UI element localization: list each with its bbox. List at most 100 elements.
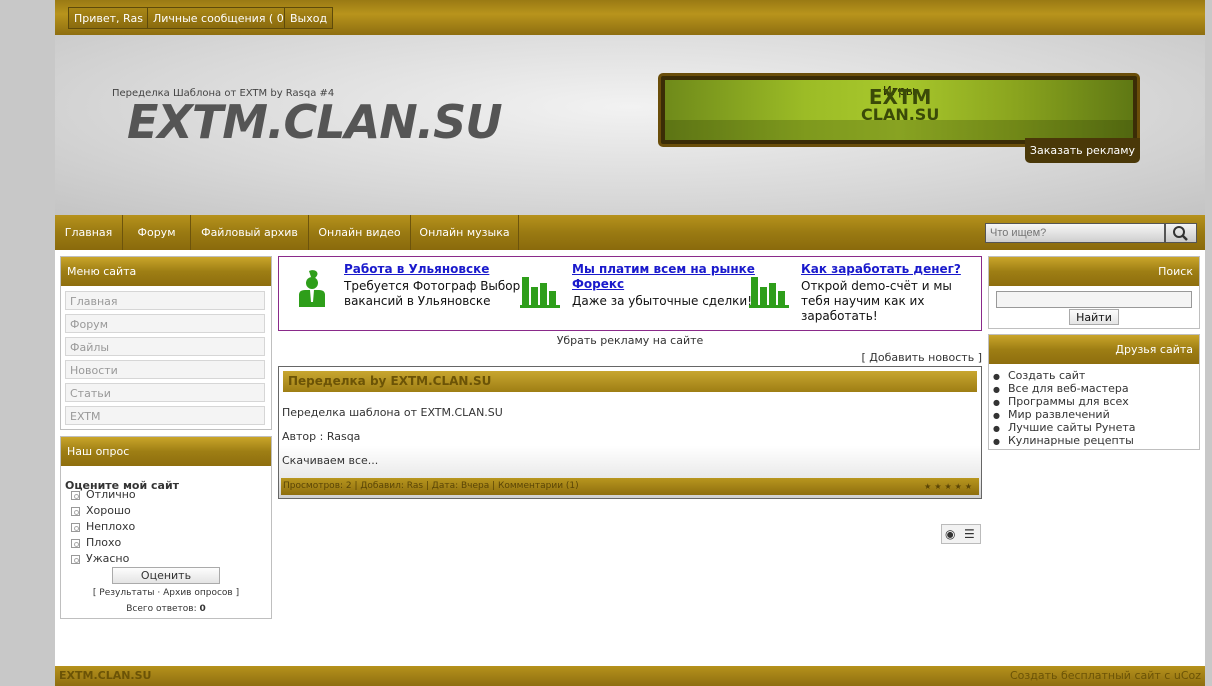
top-bar: Привет, Ras Личные сообщения ( 0 ) Выход [55,0,1205,35]
friend-label: Программы для всех [1007,395,1129,408]
menu-item-forum[interactable]: Форум [65,314,265,333]
menu-item-files[interactable]: Файлы [65,337,265,356]
poll-total-label: Всего ответов: [126,604,197,614]
order-ad-link[interactable]: Заказать рекламу [1025,138,1140,163]
menu-item-news[interactable]: Новости [65,360,265,379]
bar-chart-icon [520,277,560,308]
poll-archive-link[interactable]: Архив опросов [163,588,233,598]
ad-banner[interactable]: Игры EXTM CLAN.SU [658,73,1140,147]
ucoz-link[interactable]: Создать бесплатный сайт с uCoz [1010,669,1201,682]
logout-button[interactable]: Выход [284,7,334,29]
news-author: Автор : Rasqa [282,430,361,443]
friend-link[interactable]: ● Мир развлечений [989,408,1199,421]
poll-links: [ Результаты · Архив опросов ] [92,588,240,598]
ad-link[interactable]: Как заработать денег? [801,262,961,276]
list-icon[interactable]: ☰ [964,527,975,541]
menu-item-articles[interactable]: Статьи [65,383,265,402]
poll-results-link[interactable]: Результаты [99,588,154,598]
ad-text: вакансий в Ульяновске [344,294,491,308]
poll-block: Наш опрос Оцените мой сайт Отлично Хорош… [60,436,272,619]
poll-option[interactable]: Плохо [71,536,121,549]
view-options: ◉ ☰ [941,524,981,544]
site-footer: EXTM.CLAN.SU Создать бесплатный сайт с u… [55,666,1205,686]
ad-link[interactable]: Работа в Ульяновске [344,262,489,276]
search-button[interactable] [1165,223,1197,243]
menu-item-home[interactable]: Главная [65,291,265,310]
person-icon [299,270,325,307]
radio-icon[interactable] [71,538,80,548]
poll-option-label: Хорошо [86,504,131,517]
eye-icon[interactable]: ◉ [945,527,955,541]
site-menu-title: Меню сайта [61,257,271,286]
friends-title: Друзья сайта [989,335,1199,364]
site-logo[interactable]: EXTM.CLAN.SU [127,95,503,149]
friend-label: Лучшие сайты Рунета [1007,421,1136,434]
radio-icon[interactable] [71,554,80,564]
search-icon [1173,226,1188,241]
poll-option-label: Неплохо [86,520,136,533]
search-block-title: Поиск [989,257,1199,286]
poll-option-label: Ужасно [86,552,130,565]
poll-total-value: 0 [199,604,206,614]
news-meta: Просмотров: 2 | Добавил: Ras | Дата: Вче… [283,481,579,491]
radio-icon[interactable] [71,490,80,500]
add-news-link[interactable]: [ Добавить новость ] [278,351,982,364]
news-entry: Переделка by EXTM.CLAN.SU Переделка шабл… [278,366,982,499]
friends-list: ● Создать сайт ● Все для веб-мастера ● Прог… [989,369,1199,447]
page: Привет, Ras Личные сообщения ( 0 ) Выход… [55,0,1205,686]
banner-logo-line2: CLAN.SU [861,105,940,124]
friends-block: Друзья сайта ● Создать сайт ● Все для веб-… [988,334,1200,450]
site-search-button[interactable]: Найти [1069,309,1119,325]
poll-option[interactable]: Отлично [71,488,136,501]
friend-label: Все для веб-мастера [1007,382,1129,395]
news-text: Скачиваем все... [282,454,379,467]
news-text: Переделка шаблона от EXTM.CLAN.SU [282,406,503,419]
ad-text: тебя научим как их [801,294,925,308]
main-nav: Главная Форум Файловый архив Онлайн виде… [55,215,1205,250]
messages-button[interactable]: Личные сообщения ( 0 ) [147,7,298,29]
greeting-button[interactable]: Привет, Ras [68,7,149,29]
nav-item-files[interactable]: Файловый архив [191,215,309,250]
poll-option[interactable]: Хорошо [71,504,131,517]
ad-text: Требуется Фотограф Выбор [344,279,521,293]
friend-link[interactable]: ● Кулинарные рецепты [989,434,1199,447]
friend-link[interactable]: ● Программы для всех [989,395,1199,408]
friend-label: Мир развлечений [1007,408,1110,421]
poll-option-label: Плохо [86,536,122,549]
banner-logo: EXTM CLAN.SU [861,85,940,124]
nav-item-video[interactable]: Онлайн видео [309,215,411,250]
news-title[interactable]: Переделка by EXTM.CLAN.SU [283,371,977,392]
site-header: Переделка Шаблона от EXTM by Rasqa #4 EX… [55,35,1205,215]
ad-link[interactable]: Форекс [572,277,624,291]
ad-text: Даже за убыточные сделки! [572,294,753,308]
footer-copyright: EXTM.CLAN.SU [59,669,152,682]
friend-label: Кулинарные рецепты [1007,434,1134,447]
remove-ads-link[interactable]: Убрать рекламу на сайте [278,334,982,347]
radio-icon[interactable] [71,522,80,532]
friend-label: Создать сайт [1007,369,1086,382]
nav-item-forum[interactable]: Форум [123,215,191,250]
site-menu: Меню сайта Главная Форум Файлы Новости С… [60,256,272,430]
ad-link[interactable]: Мы платим всем на рынке [572,262,755,276]
friend-link[interactable]: ● Все для веб-мастера [989,382,1199,395]
ads-block: Работа в Ульяновске Требуется Фотограф В… [278,256,982,331]
menu-item-extm[interactable]: EXTM [65,406,265,425]
news-details: Просмотров: 2 | Добавил: Ras | Дата: Вче… [281,478,979,495]
friend-link[interactable]: ● Лучшие сайты Рунета [989,421,1199,434]
ad-text: Открой demo-счёт и мы [801,279,952,293]
nav-item-home[interactable]: Главная [55,215,123,250]
banner-logo-line1: EXTM [868,85,932,109]
site-search-input[interactable] [996,291,1192,308]
search-block: Поиск Найти [988,256,1200,329]
vote-button[interactable]: Оценить [112,567,220,584]
poll-option-label: Отлично [86,488,136,501]
poll-option[interactable]: Неплохо [71,520,135,533]
friend-link[interactable]: ● Создать сайт [989,369,1199,382]
poll-total: Всего ответов: 0 [61,604,271,614]
search-input[interactable] [985,223,1165,243]
rating-stars[interactable]: ★★★★★ [924,478,975,495]
poll-option[interactable]: Ужасно [71,552,129,565]
radio-icon[interactable] [71,506,80,516]
nav-item-music[interactable]: Онлайн музыка [411,215,519,250]
poll-title: Наш опрос [61,437,271,466]
